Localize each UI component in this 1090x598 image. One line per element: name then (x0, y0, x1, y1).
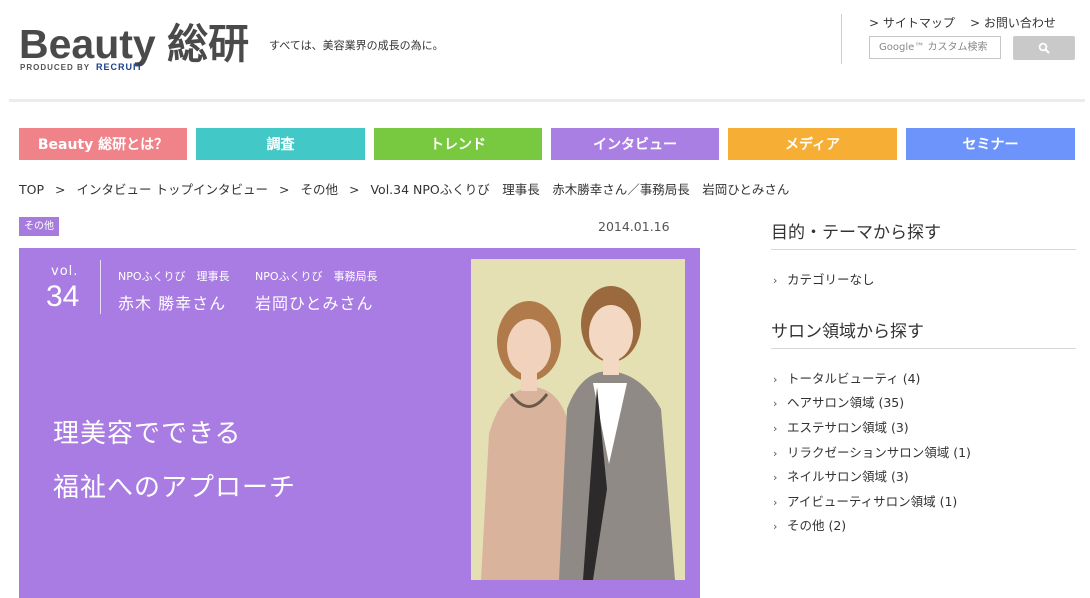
chevron-right-icon: › (773, 520, 778, 533)
theme-item-none[interactable]: › カテゴリーなし (773, 269, 875, 288)
person-1-role: NPOふくりび 理事長 (118, 270, 230, 283)
breadcrumb-interview[interactable]: インタビュー トップインタビュー (77, 179, 268, 198)
salon-item-hair[interactable]: › ヘアサロン領域 (35) (773, 392, 904, 411)
hero-title-line-1: 理美容でできる (53, 419, 242, 449)
hero-divider (100, 260, 101, 314)
salon-rule (771, 348, 1076, 349)
salon-item-total-beauty[interactable]: › トータルビューティ (4) (773, 368, 920, 387)
logo-produced-by-text: PRODUCED BY (20, 63, 90, 72)
theme-rule (771, 249, 1076, 250)
hero-bottom-edge (19, 594, 700, 598)
interview-photo-illustration (471, 259, 685, 580)
chevron-right-icon: › (773, 397, 778, 410)
breadcrumb-separator: > (278, 182, 290, 197)
nav-about[interactable]: Beauty 総研とは？ (19, 128, 187, 160)
post-date: 2014.01.16 (598, 219, 670, 234)
chevron-right-icon: › (773, 447, 778, 460)
nav-media[interactable]: メディア (728, 128, 897, 160)
search-button[interactable] (1013, 36, 1075, 60)
interview-photo (471, 259, 685, 580)
salon-heading: サロン領域から探す (771, 322, 924, 342)
breadcrumb-other[interactable]: その他 (300, 179, 338, 198)
vol-number: 34 (46, 280, 80, 313)
person-1-name: 赤木 勝幸さん (118, 294, 227, 313)
chevron-right-icon: › (773, 422, 778, 435)
salon-item-eye-beauty[interactable]: › アイビューティサロン領域 (1) (773, 491, 957, 510)
logo-produced-by: PRODUCED BY RECRUIT (20, 62, 143, 72)
breadcrumb-separator: > (55, 182, 66, 197)
chevron-right-icon: › (773, 274, 778, 287)
category-badge[interactable]: その他 (19, 217, 59, 236)
recruit-logo: RECRUIT (96, 62, 144, 72)
salon-item-nail[interactable]: › ネイルサロン領域 (3) (773, 466, 909, 485)
chevron-right-icon: › (773, 471, 778, 484)
nav-research[interactable]: 調査 (196, 128, 365, 160)
salon-item-other[interactable]: › その他 (2) (773, 515, 846, 534)
theme-heading: 目的・テーマから探す (771, 223, 941, 243)
person-2-role: NPOふくりび 事務局長 (255, 270, 378, 283)
header-rule (9, 99, 1085, 102)
breadcrumb-current: Vol.34 NPOふくりび 理事長 赤木勝幸さん／事務局長 岩岡ひとみさん (370, 182, 790, 197)
sitemap-link[interactable]: > サイトマップ (869, 14, 955, 31)
article-hero: vol. 34 NPOふくりび 理事長 赤木 勝幸さん NPOふくりび 事務局長… (19, 248, 700, 598)
chevron-right-icon: › (773, 496, 778, 509)
breadcrumb-separator: > (348, 182, 360, 197)
site-logo[interactable]: Beauty 総研 (19, 10, 249, 70)
nav-trend[interactable]: トレンド (374, 128, 542, 160)
salon-item-relaxation[interactable]: › リラクゼーションサロン領域 (1) (773, 442, 971, 461)
header-divider (841, 14, 842, 64)
site-tagline: すべては、美容業界の成長の為に。 (269, 39, 444, 52)
nav-interview[interactable]: インタビュー (551, 128, 719, 160)
breadcrumb-top[interactable]: TOP (19, 182, 44, 197)
contact-link[interactable]: > お問い合わせ (970, 14, 1056, 31)
nav-seminar[interactable]: セミナー (906, 128, 1075, 160)
search-icon (1038, 42, 1050, 54)
global-nav: Beauty 総研とは？ 調査 トレンド インタビュー メディア セミナー (19, 128, 1075, 160)
salon-item-esthetic[interactable]: › エステサロン領域 (3) (773, 417, 909, 436)
chevron-right-icon: › (773, 373, 778, 386)
breadcrumb: TOP > インタビュー トップインタビュー > その他 > Vol.34 NPOふくりび … (19, 179, 789, 198)
vol-label: vol. (51, 264, 79, 279)
hero-title-line-2: 福祉へのアプローチ (53, 473, 297, 503)
search-input[interactable]: Google™ カスタム検索 (869, 36, 1001, 59)
person-2-name: 岩岡ひとみさん (255, 294, 374, 313)
